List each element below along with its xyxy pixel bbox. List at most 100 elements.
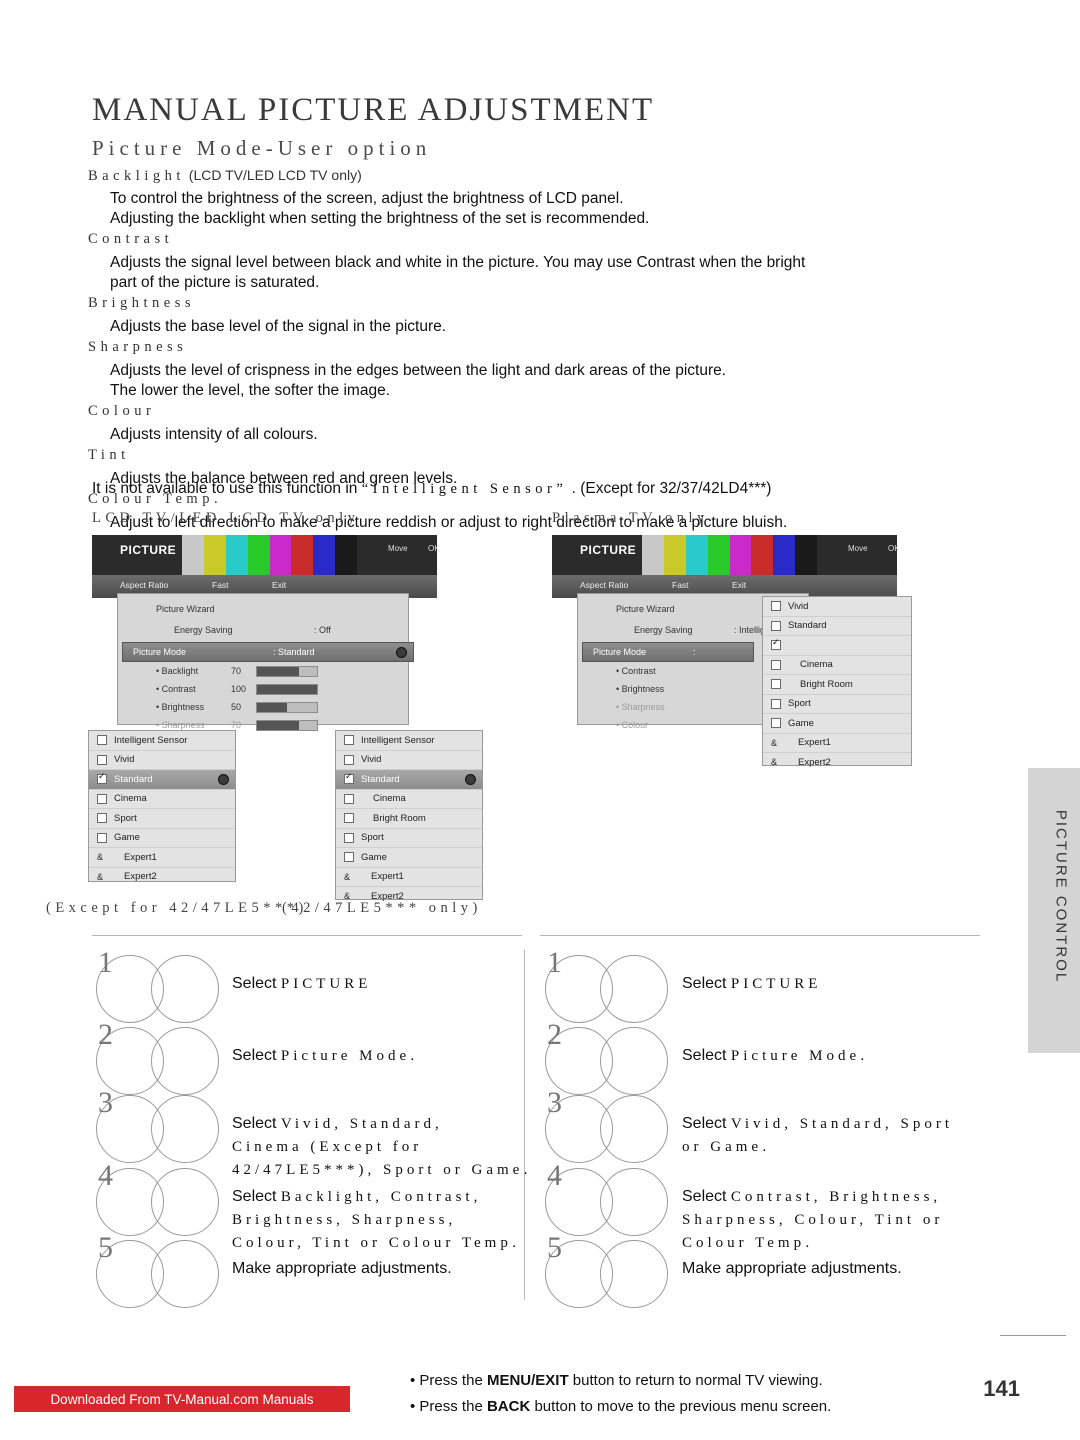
osd-right-item-label-0: • Contrast (616, 666, 656, 676)
menu-lcd-alt-item-3[interactable]: Cinema (336, 790, 482, 809)
checkbox-icon[interactable] (771, 718, 781, 729)
steps-left-host-text-3-2: Colour, Tint or Colour Temp. (232, 1232, 516, 1254)
checkbox-icon[interactable] (344, 735, 354, 746)
menu-lcd-item-7[interactable]: & Expert2 (89, 868, 235, 887)
checkbox-icon[interactable] (344, 793, 354, 804)
checkbox-icon[interactable] (344, 832, 354, 843)
checkbox-icon[interactable] (771, 698, 781, 709)
ampersand-icon: & (97, 852, 104, 863)
divider-vertical (524, 950, 525, 1300)
menu-lcd-alt-item-1[interactable]: Vivid (336, 751, 482, 770)
checkbox-icon[interactable] (344, 771, 354, 785)
menu-plasma-item-1[interactable]: Standard (763, 617, 911, 636)
step-emphasis: Vivid, Standard, (280, 1116, 443, 1132)
steps-right-host-circle-b-1 (600, 1027, 668, 1095)
menu-plasma-label-4: Bright Room (800, 678, 853, 690)
checkbox-icon[interactable] (344, 852, 354, 863)
checkbox-icon[interactable] (771, 620, 781, 631)
step-emphasis: Contrast, Brightness, (730, 1189, 942, 1205)
menu-lcd-alt-item-5[interactable]: Sport (336, 829, 482, 848)
picture-mode-menu-plasma[interactable]: VividStandardCinemaBright RoomSportGame&… (762, 596, 912, 768)
term-desc-4-0: Adjusts intensity of all colours. (110, 426, 318, 443)
osd-left-slider-value-0: 70 (231, 666, 242, 676)
menu-lcd-alt-item-6[interactable]: Game (336, 848, 482, 868)
menu-lcd-alt-item-0[interactable]: Intelligent Sensor (336, 731, 482, 751)
menu-plasma-label-3: Cinema (800, 659, 833, 671)
steps-left-host-text-0-0: Select PICTURE (232, 973, 371, 995)
menu-lcd-item-2[interactable]: Standard (89, 770, 235, 790)
checkbox-icon[interactable] (97, 793, 107, 804)
picture-mode-menu-lcd[interactable]: Intelligent Sensor Vivid Standard Cinema Spo… (88, 730, 236, 882)
term-name-5: Tint (88, 447, 130, 463)
steps-right-host-number-1: 2 (547, 1018, 562, 1051)
steps-right-host-text-1-0: Select Picture Mode. (682, 1045, 865, 1067)
menu-lcd-item-4[interactable]: Sport (89, 809, 235, 829)
term-note-0: (LCD TV/LED LCD TV only) (184, 167, 362, 183)
osd-left-slider-2[interactable]: • Brightness 50 (146, 698, 406, 716)
menu-lcd-item-6[interactable]: & Expert1 (89, 848, 235, 868)
checkbox-icon[interactable] (771, 637, 781, 651)
osd-left-row-dot (396, 646, 407, 658)
steps-left-host-text-2-1: Cinema (Except for (232, 1136, 422, 1158)
checkbox-icon[interactable] (344, 754, 354, 765)
checkbox-icon[interactable] (771, 679, 781, 690)
osd-left-slider-bar-1[interactable] (256, 684, 318, 695)
osd-left-toolbar-1: Fast (212, 580, 229, 590)
menu-lcd-item-3[interactable]: Cinema (89, 790, 235, 809)
menu-plasma-item-7[interactable]: & Expert1 (763, 734, 911, 753)
picture-mode-menu-lcd-alt[interactable]: Intelligent Sensor Vivid Standard Cinema Bri… (335, 730, 483, 902)
menu-lcd-label-4: Sport (114, 812, 137, 824)
menu-lcd-item-5[interactable]: Game (89, 829, 235, 848)
osd-right-move: Move (848, 544, 868, 553)
checkbox-icon[interactable] (97, 754, 107, 765)
menu-lcd-item-0[interactable]: Intelligent Sensor (89, 731, 235, 751)
osd-right-row-2[interactable]: Picture Mode: (582, 642, 754, 662)
osd-left-row-1[interactable]: Energy Saving: Off (164, 621, 404, 639)
osd-right-row-value-2: : (693, 647, 696, 657)
download-banner[interactable]: Downloaded From TV-Manual.com Manuals (14, 1386, 350, 1412)
checkbox-icon[interactable] (771, 601, 781, 612)
osd-left-slider-bar-0[interactable] (256, 666, 318, 677)
osd-left-slider-bar-3[interactable] (256, 720, 318, 731)
osd-left-slider-0[interactable]: • Backlight 70 (146, 662, 406, 680)
steps-right-host-text-2-0: Select Vivid, Standard, Sport (682, 1113, 953, 1135)
ampersand-icon: & (344, 871, 351, 882)
osd-left-slider-bar-2[interactable] (256, 702, 318, 713)
steps-left-host-circle-b-1 (151, 1027, 219, 1095)
checkbox-icon[interactable] (97, 771, 107, 785)
steps-right-host-circle-b-3 (600, 1168, 668, 1236)
checkbox-icon[interactable] (97, 813, 107, 824)
checkbox-icon[interactable] (97, 735, 107, 746)
step-emphasis: Colour Temp (682, 1235, 806, 1251)
note-prefix: It is not available to use this function… (92, 480, 358, 497)
divider-right (540, 935, 980, 936)
menu-plasma-item-6[interactable]: Game (763, 714, 911, 734)
checkbox-icon[interactable] (344, 813, 354, 824)
menu-lcd-alt-item-7[interactable]: & Expert1 (336, 868, 482, 887)
osd-left-slider-label-0: • Backlight (156, 666, 199, 676)
menu-plasma-item-4[interactable]: Bright Room (763, 675, 911, 695)
menu-plasma-item-2[interactable] (763, 636, 911, 656)
menu-lcd-label-3: Cinema (114, 793, 147, 805)
step-plain: Select (232, 1115, 281, 1132)
term-name-1: Contrast (88, 231, 174, 247)
osd-left-row-2[interactable]: Picture Mode: Standard (122, 642, 414, 662)
osd-left-row-0[interactable]: Picture Wizard (146, 600, 356, 618)
menu-lcd-alt-label-3: Cinema (373, 793, 406, 805)
menu-lcd-alt-item-2[interactable]: Standard (336, 770, 482, 790)
side-tab: PICTURE CONTROL (1028, 768, 1080, 1053)
menu-plasma-item-3[interactable]: Cinema (763, 656, 911, 675)
menu-lcd-label-0: Intelligent Sensor (114, 734, 188, 746)
menu-plasma-item-8[interactable]: & Expert2 (763, 753, 911, 772)
steps-left-host-text-2-0: Select Vivid, Standard, (232, 1113, 443, 1135)
menu-plasma-item-5[interactable]: Sport (763, 695, 911, 714)
ampersand-icon: & (771, 757, 778, 768)
menu-plasma-item-0[interactable]: Vivid (763, 597, 911, 617)
checkbox-icon[interactable] (771, 659, 781, 670)
menu-lcd-item-1[interactable]: Vivid (89, 751, 235, 770)
step-emphasis: Brightness, Sharpness, (232, 1212, 457, 1228)
checkbox-icon[interactable] (97, 832, 107, 843)
osd-left-row-label-1: Energy Saving (174, 625, 233, 635)
osd-left-slider-1[interactable]: • Contrast 100 (146, 680, 406, 698)
menu-lcd-alt-item-4[interactable]: Bright Room (336, 809, 482, 829)
